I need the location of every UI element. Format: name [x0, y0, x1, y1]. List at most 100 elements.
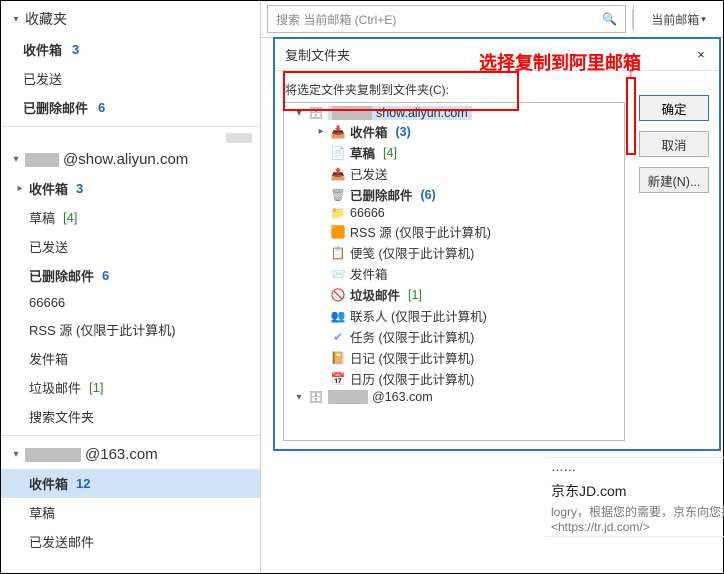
search-placeholder: 搜索 当前邮箱 (Ctrl+E)	[276, 11, 396, 28]
folder-label: 发件箱	[29, 349, 68, 368]
more-icon[interactable]	[226, 133, 252, 143]
new-folder-button[interactable]: 新建(N)...	[639, 167, 709, 193]
node-label: 任务 (仅限于此计算机)	[350, 327, 474, 346]
node-label: 日记 (仅限于此计算机)	[350, 348, 474, 367]
sidebar-item[interactable]: 发件箱	[1, 344, 260, 373]
other-account-label: @163.com	[372, 390, 433, 404]
chevron-down-icon: ▾	[701, 14, 706, 25]
tree-node[interactable]: ▸📥收件箱 (3)	[286, 121, 622, 142]
favorites-header[interactable]: ▾ 收藏夹	[1, 1, 260, 35]
folder-label: 收件箱	[29, 179, 68, 198]
divider	[1, 126, 260, 127]
mail-list-item[interactable]: 京东JD.com logry，根据您的需要，京东向您推荐"ikbc C87 ..…	[545, 479, 724, 537]
sidebar-item[interactable]: 收件箱12	[1, 469, 260, 498]
favorites-item[interactable]: 收件箱 3	[1, 35, 260, 64]
count-badge: 12	[76, 476, 90, 491]
folder-label: 已删除邮件	[23, 98, 88, 117]
account-header[interactable]: ▾ @163.com	[1, 440, 260, 469]
node-label: 草稿	[350, 143, 375, 162]
search-icon: 🔍	[602, 12, 617, 26]
node-count: (3)	[396, 125, 411, 139]
sidebar-item[interactable]: ▸收件箱3	[1, 174, 260, 203]
count-badge: 3	[76, 181, 83, 196]
sidebar-item[interactable]: 草稿	[1, 498, 260, 527]
close-icon[interactable]: ×	[693, 47, 709, 62]
tree-node[interactable]: 🚫垃圾邮件 [1]	[286, 284, 622, 305]
tree-node[interactable]: 🗑 已删除邮件 (6)	[286, 184, 622, 205]
tree-node[interactable]: 👥联系人 (仅限于此计算机)	[286, 305, 622, 326]
sidebar-item[interactable]: 搜索文件夹	[1, 402, 260, 431]
folder-label: 草稿	[29, 503, 55, 522]
dialog-prompt: 将选定文件夹复制到文件夹(C):	[285, 81, 623, 98]
sidebar-item[interactable]: RSS 源 (仅限于此计算机)	[1, 315, 260, 344]
folder-label: 已发送邮件	[29, 532, 94, 551]
search-scope-dropdown[interactable]: 当前邮箱 ▾	[633, 5, 723, 33]
tree-node[interactable]: 📄草稿 [4]	[286, 142, 622, 163]
mail-sender: 京东JD.com	[551, 481, 724, 501]
node-label: RSS 源 (仅限于此计算机)	[350, 222, 491, 241]
folder-label: 收件箱	[23, 40, 62, 59]
message-list-cut: ……	[545, 457, 724, 476]
folder-label: 66666	[29, 295, 65, 310]
tree-node[interactable]: 📁66666	[286, 205, 622, 221]
chevron-down-icon: ▾	[294, 392, 304, 403]
favorites-item[interactable]: 已删除邮件 6	[1, 93, 260, 122]
sidebar-item[interactable]: 草稿[4]	[1, 203, 260, 232]
tree-node[interactable]: 📤已发送	[286, 163, 622, 184]
sent-icon: 📤	[330, 167, 346, 181]
folder-label: 草稿	[29, 208, 55, 227]
node-count: (6)	[421, 188, 436, 202]
tree-node[interactable]: 🟧RSS 源 (仅限于此计算机)	[286, 221, 622, 242]
tree-node[interactable]: 📔日记 (仅限于此计算机)	[286, 347, 622, 368]
contacts-icon: 👥	[330, 309, 346, 323]
unread-count: 6	[98, 100, 105, 115]
node-label: 日历 (仅限于此计算机)	[350, 369, 474, 388]
count-badge: 6	[102, 268, 109, 283]
tree-node[interactable]: 📋便笺 (仅限于此计算机)	[286, 242, 622, 263]
sidebar-item[interactable]: 已发送	[1, 232, 260, 261]
redacted-name	[25, 448, 81, 462]
scope-label: 当前邮箱	[651, 11, 699, 28]
tree-account-root[interactable]: ▾ 🗄 show.aliyun.com	[286, 105, 622, 121]
tree-account-other[interactable]: ▾ 🗄 @163.com	[286, 389, 622, 405]
favorites-item[interactable]: 已发送	[1, 64, 260, 93]
sidebar-item[interactable]: 已删除邮件6	[1, 261, 260, 290]
redacted-name	[25, 153, 59, 167]
node-count: [1]	[408, 288, 422, 302]
chevron-down-icon: ▾	[11, 154, 21, 165]
chevron-down-icon: ▾	[11, 449, 21, 460]
account-root-label: show.aliyun.com	[376, 106, 468, 120]
sidebar-item[interactable]: 66666	[1, 290, 260, 315]
folder-sidebar: ▾ 收藏夹 收件箱3已发送已删除邮件6 ▾@show.aliyun.com▸收件…	[1, 1, 261, 573]
inbox-icon: 📥	[330, 125, 346, 139]
account-header[interactable]: ▾ @show.aliyun.com	[1, 145, 260, 174]
dialog-title: 复制文件夹	[285, 45, 350, 64]
out-icon: 📨	[330, 267, 346, 281]
sidebar-item[interactable]: 已发送邮件	[1, 527, 260, 556]
dialog-titlebar: 复制文件夹 ×	[275, 39, 719, 71]
folder-tree[interactable]: ▾ 🗄 show.aliyun.com ▸📥收件箱 (3)📄草稿 [4]📤已发送…	[283, 102, 625, 441]
sidebar-item[interactable]: 垃圾邮件[1]	[1, 373, 260, 402]
tree-node[interactable]: 📅 日历 (仅限于此计算机)	[286, 368, 622, 389]
tree-node[interactable]: 📨发件箱	[286, 263, 622, 284]
junk-icon: 🚫	[330, 288, 346, 302]
account-suffix: @163.com	[85, 446, 158, 463]
folder-label: 垃圾邮件	[29, 378, 81, 397]
node-label: 已删除邮件	[350, 185, 413, 204]
ok-button[interactable]: 确定	[639, 95, 709, 121]
account-suffix: @show.aliyun.com	[63, 151, 188, 168]
folder-label: RSS 源 (仅限于此计算机)	[29, 320, 176, 339]
trash-icon: 🗑	[330, 188, 346, 202]
folder-label: 已发送	[23, 69, 62, 88]
draft-icon: 📄	[330, 146, 346, 160]
node-label: 66666	[350, 206, 385, 220]
unread-count: 3	[72, 42, 79, 57]
cancel-button[interactable]: 取消	[639, 131, 709, 157]
cal-icon: 📅	[330, 372, 346, 386]
datastore-icon: 🗄	[308, 106, 324, 120]
search-bar: 搜索 当前邮箱 (Ctrl+E) 🔍 当前邮箱 ▾	[261, 1, 723, 38]
notes-icon: 📋	[330, 246, 346, 260]
tasks-icon: ✔	[330, 330, 346, 344]
search-input[interactable]: 搜索 当前邮箱 (Ctrl+E) 🔍	[267, 5, 626, 33]
tree-node[interactable]: ✔ 任务 (仅限于此计算机)	[286, 326, 622, 347]
